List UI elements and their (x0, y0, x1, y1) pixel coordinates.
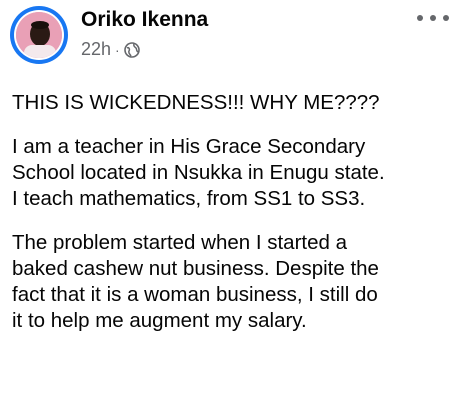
post-paragraph: THIS IS WICKEDNESS!!! WHY ME???? (12, 91, 380, 114)
post-body: THIS IS WICKEDNESS!!! WHY ME???? I am a … (12, 90, 451, 352)
profile-photo (16, 12, 62, 58)
post-timestamp[interactable]: 22h (81, 39, 111, 60)
post-paragraph: The problem started when I started a bak… (12, 231, 379, 332)
post-header: Oriko Ikenna 22h · (10, 6, 449, 66)
post-paragraph: I am a teacher in His Grace Secondary Sc… (12, 135, 385, 210)
author-name[interactable]: Oriko Ikenna (81, 8, 208, 32)
more-options-icon[interactable] (417, 10, 449, 26)
globe-icon[interactable] (123, 41, 140, 58)
post-meta: 22h · (81, 39, 140, 60)
meta-separator: · (115, 41, 120, 58)
facebook-post: Oriko Ikenna 22h · THIS IS WICKEDNESS!!!… (0, 0, 459, 407)
avatar[interactable] (10, 6, 68, 64)
person-silhouette-icon (16, 12, 62, 58)
